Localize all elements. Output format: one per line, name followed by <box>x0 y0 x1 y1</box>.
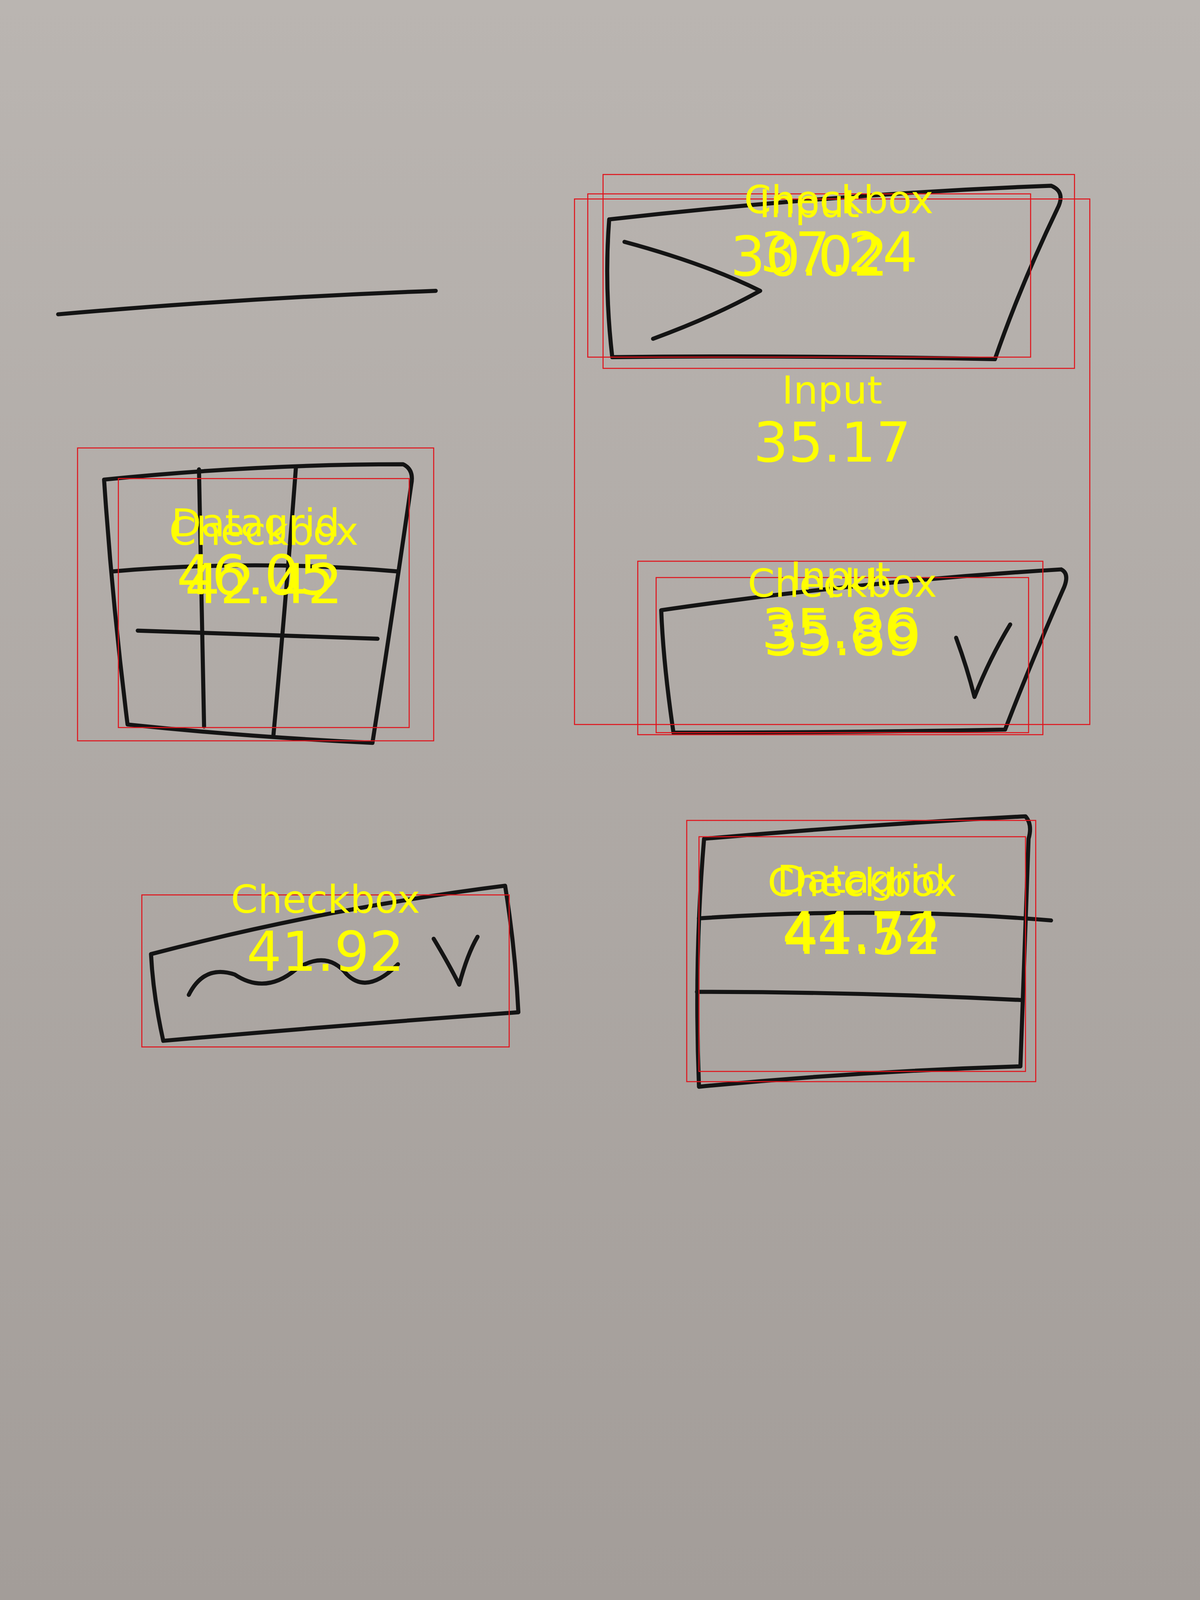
detection-boxes <box>77 174 1090 1082</box>
detection-box <box>574 198 1090 725</box>
detection-class: Checkbox <box>747 560 937 606</box>
sketch <box>58 185 1066 1087</box>
detection-label: Checkbox41.52 <box>767 860 957 967</box>
sketch-stroke <box>956 624 1010 697</box>
sketch-stroke <box>104 464 412 743</box>
detection-score: 41.52 <box>783 902 941 967</box>
sketch-stroke <box>697 816 1030 1087</box>
detection-box <box>603 174 1075 369</box>
detection-class: Checkbox <box>767 860 957 906</box>
board-ground <box>0 0 1200 1600</box>
detection-score: 35.17 <box>753 410 911 475</box>
sketch-stroke <box>58 290 436 315</box>
sketch-stroke <box>696 992 1021 1000</box>
detection-label: Checkbox41.92 <box>230 876 420 984</box>
detection-score: 35.89 <box>763 604 922 668</box>
sketch-stroke <box>433 936 478 985</box>
detection-label: Input35.17 <box>753 367 911 475</box>
detection-label: Input30.02 <box>730 181 888 288</box>
detection-box <box>686 820 1036 1082</box>
detection-box <box>637 561 1043 735</box>
detection-score: 41.92 <box>246 919 405 984</box>
detection-score: 30.02 <box>730 224 888 289</box>
sketch-stroke <box>137 630 378 639</box>
detection-label: Checkbox42.42 <box>169 508 359 616</box>
detection-box <box>698 836 1026 1072</box>
detection-class: Checkbox <box>169 508 359 554</box>
board-canvas: Checkbox37.24Input30.02Input35.17Input35… <box>0 0 1200 1600</box>
detection-class: Input <box>758 181 860 227</box>
detection-box <box>118 478 410 728</box>
detection-label: Checkbox35.89 <box>747 560 937 668</box>
detection-labels: Checkbox37.24Input30.02Input35.17Input35… <box>169 177 958 984</box>
detection-class: Checkbox <box>230 876 420 922</box>
whiteboard-photo: Checkbox37.24Input30.02Input35.17Input35… <box>0 0 1200 1600</box>
detection-class: Input <box>782 367 883 413</box>
detection-score: 42.42 <box>184 552 343 616</box>
detection-box <box>77 448 434 741</box>
